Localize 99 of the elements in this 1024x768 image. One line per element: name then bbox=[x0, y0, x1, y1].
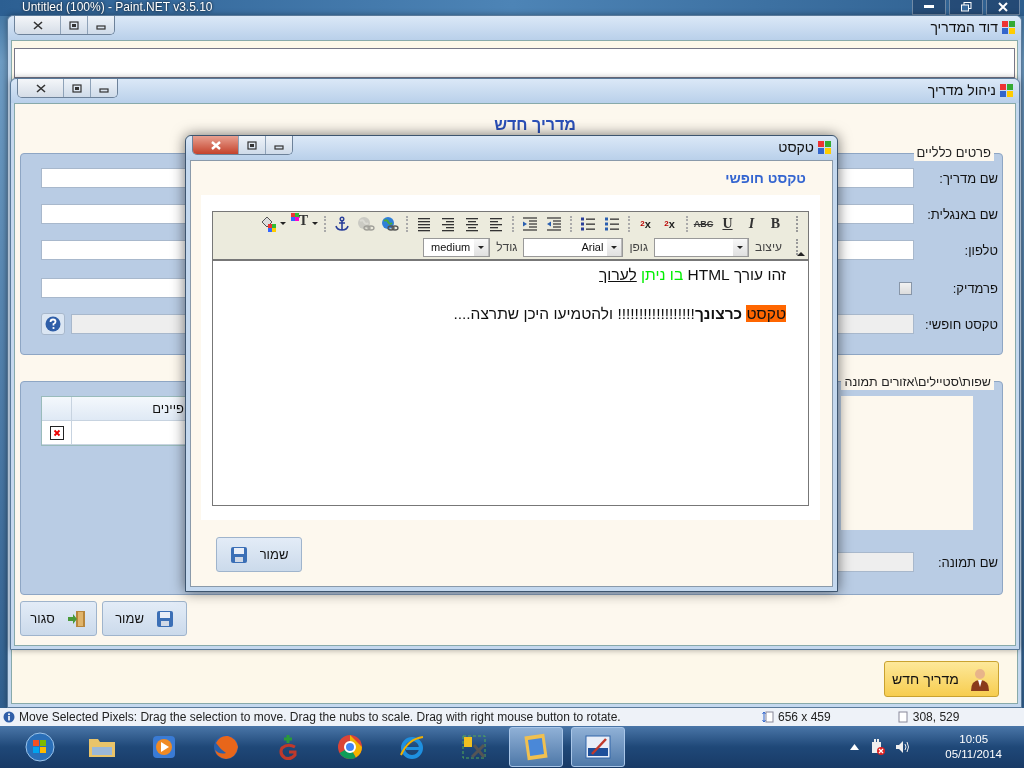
restore-icon bbox=[960, 2, 972, 12]
close-button[interactable] bbox=[986, 0, 1020, 15]
new-guide-button[interactable]: מדריך חדש bbox=[884, 661, 999, 697]
toolbar-grip bbox=[794, 239, 798, 256]
collapse-icon[interactable] bbox=[797, 252, 805, 256]
person-icon bbox=[968, 667, 991, 691]
caret-icon[interactable] bbox=[312, 222, 318, 226]
text-field[interactable] bbox=[837, 552, 914, 572]
outdent-icon bbox=[545, 215, 562, 232]
grid-cell[interactable] bbox=[42, 421, 72, 445]
window-icon bbox=[818, 140, 831, 154]
align-right-icon bbox=[439, 215, 456, 232]
caret-icon[interactable] bbox=[280, 222, 286, 226]
maximize-icon bbox=[69, 20, 79, 30]
close-icon bbox=[35, 83, 46, 93]
restore-button[interactable] bbox=[949, 0, 983, 15]
window-title: Untitled (100%) - Paint.NET v3.5.10 bbox=[22, 0, 213, 14]
window-icon bbox=[1002, 20, 1015, 34]
paint-frame-icon bbox=[523, 733, 549, 761]
field-label: שם באנגלית: bbox=[926, 206, 999, 222]
align-left-icon bbox=[487, 215, 504, 232]
field-label: פרמדיק: bbox=[951, 280, 999, 296]
text-color-button[interactable]: T bbox=[288, 213, 311, 235]
strike-button[interactable]: ABC bbox=[692, 213, 715, 235]
group-legend: שפות\סטיילים\אזורים תמונה bbox=[841, 374, 994, 390]
field-label: טקסט חופשי: bbox=[923, 316, 999, 332]
window-title: דוד המדריך bbox=[930, 19, 998, 35]
field-label: טלפון: bbox=[963, 242, 999, 258]
editor-text-line: טקסט כרצונך!!!!!!!!!!!!!!!!!! ולהטמיעו היכן שתרצה.... bbox=[452, 304, 786, 324]
window-title: ניהול מדריך bbox=[927, 82, 996, 98]
format-label: עיצוב bbox=[755, 240, 782, 255]
close-button[interactable] bbox=[193, 136, 238, 154]
power-icon[interactable] bbox=[869, 739, 886, 755]
close-icon bbox=[998, 2, 1008, 12]
window-title: טקסט bbox=[778, 139, 814, 155]
close-icon bbox=[32, 20, 43, 30]
broken-image-icon bbox=[49, 425, 64, 440]
justify-icon bbox=[415, 215, 432, 232]
fox-globe-icon bbox=[212, 733, 240, 761]
plus-logo-icon bbox=[276, 733, 300, 761]
cursor-position-icon bbox=[896, 711, 909, 723]
taskbar-app[interactable] bbox=[571, 727, 625, 767]
clock[interactable]: 10:05 05/11/2014 bbox=[945, 732, 1002, 762]
chrome-icon bbox=[336, 733, 364, 761]
font-dropdown[interactable]: Arial bbox=[523, 237, 624, 257]
field-label: שם מדריך: bbox=[938, 170, 999, 186]
maximize-button[interactable] bbox=[60, 16, 87, 34]
help-icon bbox=[45, 316, 61, 332]
ordered-list-icon bbox=[603, 215, 620, 232]
help-button[interactable] bbox=[41, 313, 65, 335]
pen-document-icon bbox=[584, 734, 612, 760]
grid-corner-cell bbox=[42, 397, 72, 421]
exit-door-icon bbox=[66, 609, 87, 628]
maximize-button[interactable] bbox=[238, 136, 265, 154]
close-button[interactable] bbox=[15, 16, 60, 34]
clock-time: 10:05 bbox=[959, 732, 989, 747]
checkbox[interactable] bbox=[899, 281, 912, 295]
color-squares-icon bbox=[290, 213, 299, 222]
save-button[interactable]: שמור bbox=[102, 601, 187, 636]
globe-chain-icon bbox=[356, 215, 375, 232]
globe-chain-icon bbox=[380, 215, 399, 232]
dialog-heading: טקסט חופשי bbox=[725, 170, 806, 188]
format-dropdown[interactable] bbox=[654, 237, 750, 257]
field-label: שם תמונה: bbox=[936, 554, 999, 570]
maximize-button[interactable] bbox=[63, 79, 90, 97]
form-heading: מדריך חדש bbox=[493, 116, 577, 134]
maximize-icon bbox=[247, 140, 257, 150]
cursor-position: 308, 529 bbox=[912, 710, 960, 724]
play-icon bbox=[151, 734, 177, 760]
tools-icon bbox=[460, 733, 488, 761]
selection-size-icon bbox=[762, 711, 774, 723]
bullet-list-icon bbox=[579, 215, 596, 232]
speaker-icon[interactable] bbox=[895, 740, 912, 754]
minimize-icon bbox=[924, 5, 934, 9]
close-button[interactable] bbox=[18, 79, 63, 97]
anchor-icon bbox=[333, 215, 350, 232]
size-label: גודל bbox=[496, 240, 518, 255]
show-hidden-icon[interactable] bbox=[850, 744, 860, 750]
group-legend: פרטים כלליים bbox=[913, 145, 994, 161]
selection-size: 656 x 459 bbox=[778, 710, 831, 724]
underline-button[interactable]: U bbox=[716, 213, 739, 235]
close-icon bbox=[210, 140, 221, 150]
bold-button[interactable]: B bbox=[764, 213, 787, 235]
window-icon bbox=[1000, 83, 1013, 97]
save-button[interactable]: שמור bbox=[216, 537, 302, 572]
italic-button[interactable]: I bbox=[740, 213, 763, 235]
ie-icon bbox=[398, 733, 426, 761]
align-center-icon bbox=[463, 215, 480, 232]
info-icon bbox=[3, 711, 15, 723]
editor-text-line: זהו עורך HTML בו ניתן לערוך bbox=[598, 265, 786, 285]
indent-icon bbox=[521, 215, 538, 232]
clock-date: 05/11/2014 bbox=[945, 747, 1002, 762]
maximize-icon bbox=[72, 83, 82, 93]
toolbar-grip bbox=[794, 215, 798, 232]
status-message: Move Selected Pixels: Drag the selection to move. Drag the nubs to scale. Drag with right mouse button to rotate. bbox=[19, 710, 622, 724]
close-button[interactable]: סגור bbox=[20, 601, 97, 636]
font-label: גופן bbox=[629, 240, 649, 255]
size-dropdown[interactable]: medium bbox=[423, 237, 491, 257]
text-field[interactable] bbox=[41, 278, 188, 298]
